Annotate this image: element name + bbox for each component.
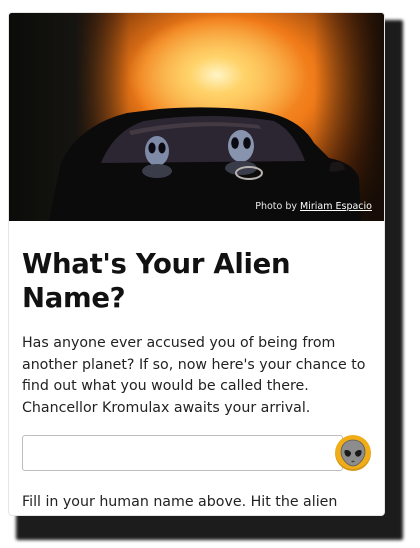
alien-button[interactable] bbox=[335, 435, 371, 471]
photo-credit: Photo by Miriam Espacio bbox=[255, 201, 372, 212]
card-content: What's Your Alien Name? Has anyone ever … bbox=[9, 247, 384, 515]
car-with-aliens-illustration bbox=[49, 107, 361, 221]
hero-photo: Photo by Miriam Espacio bbox=[9, 13, 384, 221]
page-title: What's Your Alien Name? bbox=[22, 248, 291, 314]
instructions-text: Fill in your human name above. Hit the a… bbox=[22, 494, 338, 510]
photo-credit-prefix: Photo by bbox=[255, 201, 301, 212]
intro-text: Has anyone ever accused you of being fro… bbox=[22, 335, 366, 416]
alien-face-icon bbox=[340, 439, 366, 467]
photo-credit-author-link[interactable]: Miriam Espacio bbox=[300, 201, 372, 212]
alien-name-card: Photo by Miriam Espacio What's Your Alie… bbox=[9, 13, 384, 515]
human-name-input[interactable] bbox=[22, 435, 343, 471]
name-input-row bbox=[22, 435, 371, 475]
